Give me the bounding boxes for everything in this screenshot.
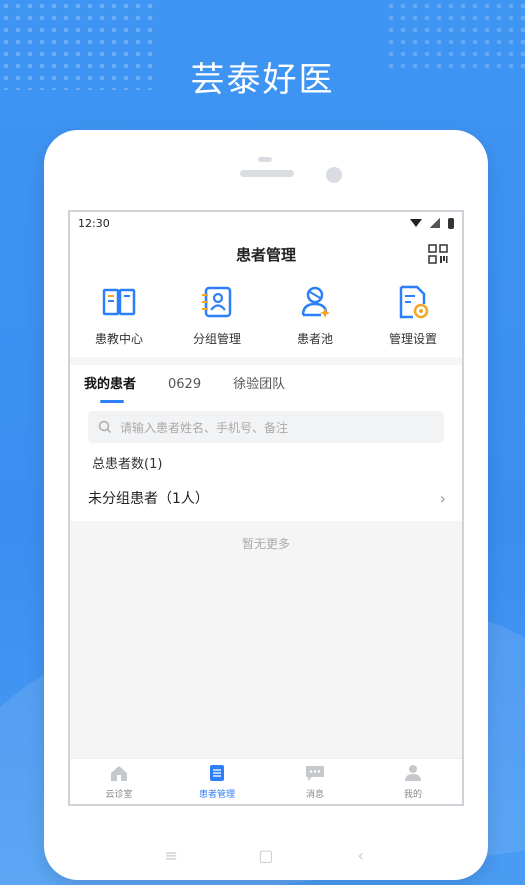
tabbar-item-patients[interactable]: 患者管理 [182,764,252,800]
phone-frame: 12:30 患者管理 患教中心 分组管理 患者池 管理设置 我的患者 0629 … [44,130,488,880]
chevron-right-icon: › [439,488,446,508]
quick-action-pool[interactable]: 患者池 [270,282,360,347]
page-header: 患者管理 [70,234,462,274]
group-label: 未分组患者（1人） [88,491,209,507]
group-row-ungrouped[interactable]: 未分组患者（1人） › [70,475,462,521]
status-time: 12:30 [78,216,110,230]
tabbar-label: 患者管理 [198,789,235,800]
tab-team[interactable]: 徐验团队 [233,365,285,405]
tabbar-item-messages[interactable]: 消息 [280,764,350,800]
promo-headline: 芸泰好医 [190,60,335,100]
page-title: 患者管理 [235,245,296,264]
signal-icon [430,218,440,228]
battery-icon [448,217,454,229]
quick-action-label: 患者池 [296,332,333,346]
qr-code-icon[interactable] [428,244,448,264]
total-patient-count: 总患者数(1) [92,457,163,472]
bottom-tab-bar: 云诊室 患者管理 消息 我的 [70,758,462,804]
quick-action-settings[interactable]: 管理设置 [368,282,458,347]
quick-actions: 患教中心 分组管理 患者池 管理设置 [70,274,462,357]
tabbar-label: 我的 [403,789,422,800]
user-icon [405,764,421,781]
phone-nav-keys: ≡ ▢ ‹ [44,846,488,865]
wifi-icon [410,219,422,227]
tabbar-label: 消息 [305,789,324,800]
tab-my-patients[interactable]: 我的患者 [84,365,136,405]
quick-action-education[interactable]: 患教中心 [74,282,164,347]
quick-action-groups[interactable]: 分组管理 [172,282,262,347]
home-key-icon: ▢ [258,846,274,865]
message-icon [306,765,324,781]
quick-action-label: 患教中心 [94,332,143,346]
patient-pool-icon [301,286,330,318]
patient-list-panel: 我的患者 0629 徐验团队 请输入患者姓名、手机号、备注 总患者数(1) 未分… [70,365,462,521]
no-more-label: 暂无更多 [241,537,290,551]
tabbar-label: 云诊室 [105,789,133,800]
status-bar: 12:30 [70,212,462,234]
tab-0629[interactable]: 0629 [168,365,201,405]
contact-card-icon [202,286,232,318]
home-icon [111,765,127,781]
phone-sensor [258,157,272,162]
patients-icon [210,764,224,781]
search-icon [98,420,111,433]
book-icon [102,288,136,316]
phone-speaker [240,170,294,177]
back-key-icon: ‹ [357,846,364,865]
menu-key-icon: ≡ [164,846,179,865]
quick-action-label: 分组管理 [192,332,241,346]
patient-tabs: 我的患者 0629 徐验团队 [70,365,462,405]
search-placeholder: 请输入患者姓名、手机号、备注 [120,420,289,435]
list-end-text: 暂无更多 [70,521,462,741]
phone-camera [326,167,342,183]
tabbar-item-clinic[interactable]: 云诊室 [84,764,154,800]
quick-action-label: 管理设置 [388,332,437,346]
app-screen: 12:30 患者管理 患教中心 分组管理 患者池 管理设置 我的患者 0629 … [68,210,464,806]
settings-doc-icon [399,285,429,319]
tabbar-item-me[interactable]: 我的 [378,764,448,800]
search-input[interactable]: 请输入患者姓名、手机号、备注 [88,411,444,443]
